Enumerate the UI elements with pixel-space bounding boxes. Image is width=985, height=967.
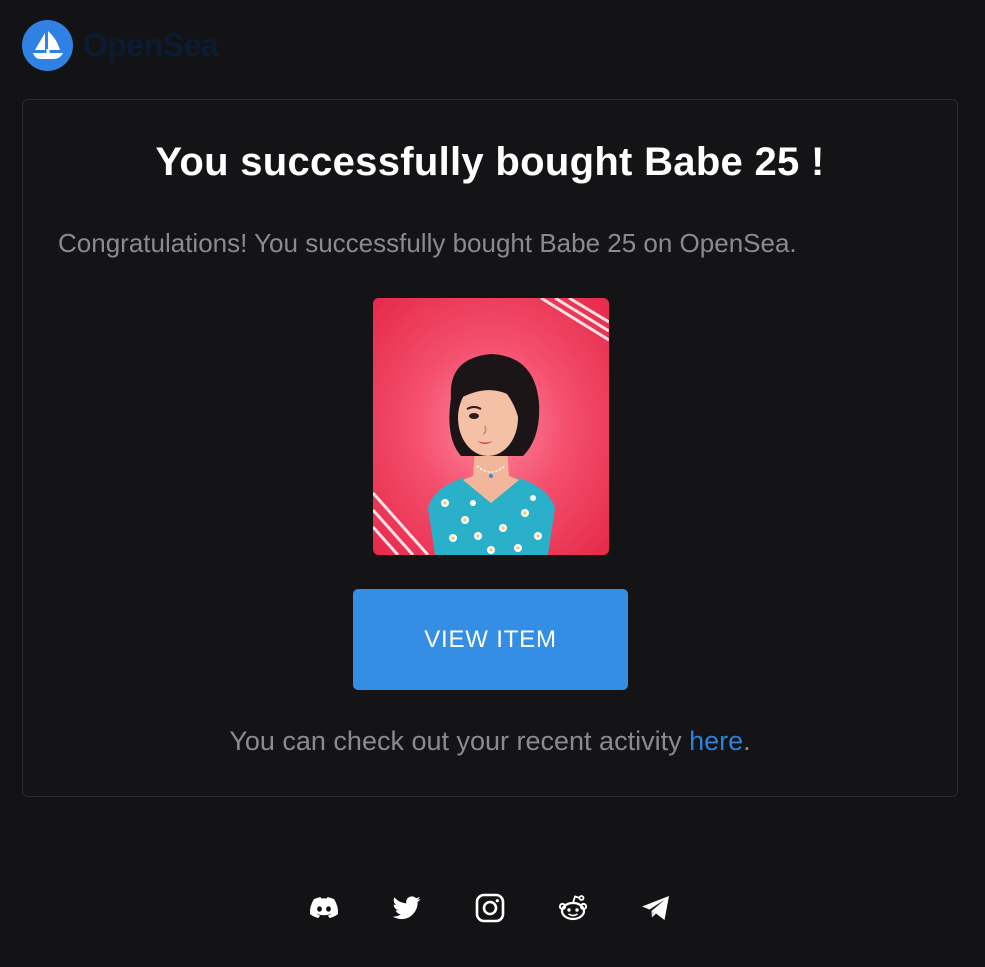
brand-name: OpenSea [83,27,219,63]
activity-link[interactable]: here [689,726,743,756]
card-subtitle: Congratulations! You successfully bought… [58,228,797,258]
activity-text: You can check out your recent activity h… [23,726,957,757]
purchase-card: You successfully bought Babe 25 ! Congra… [22,99,958,797]
activity-text-prefix: You can check out your recent activity [229,726,690,756]
reddit-icon[interactable] [549,884,597,932]
social-links [300,884,680,932]
brand-header[interactable]: OpenSea [22,20,219,71]
discord-icon[interactable] [300,884,348,932]
card-title: You successfully bought Babe 25 ! [155,140,825,184]
nft-image[interactable] [373,298,609,555]
telegram-icon[interactable] [632,884,680,932]
instagram-icon[interactable] [466,884,514,932]
view-item-button[interactable]: VIEW ITEM [353,589,628,690]
twitter-icon[interactable] [383,884,431,932]
activity-text-suffix: . [743,726,751,756]
opensea-boat-icon [22,20,73,71]
